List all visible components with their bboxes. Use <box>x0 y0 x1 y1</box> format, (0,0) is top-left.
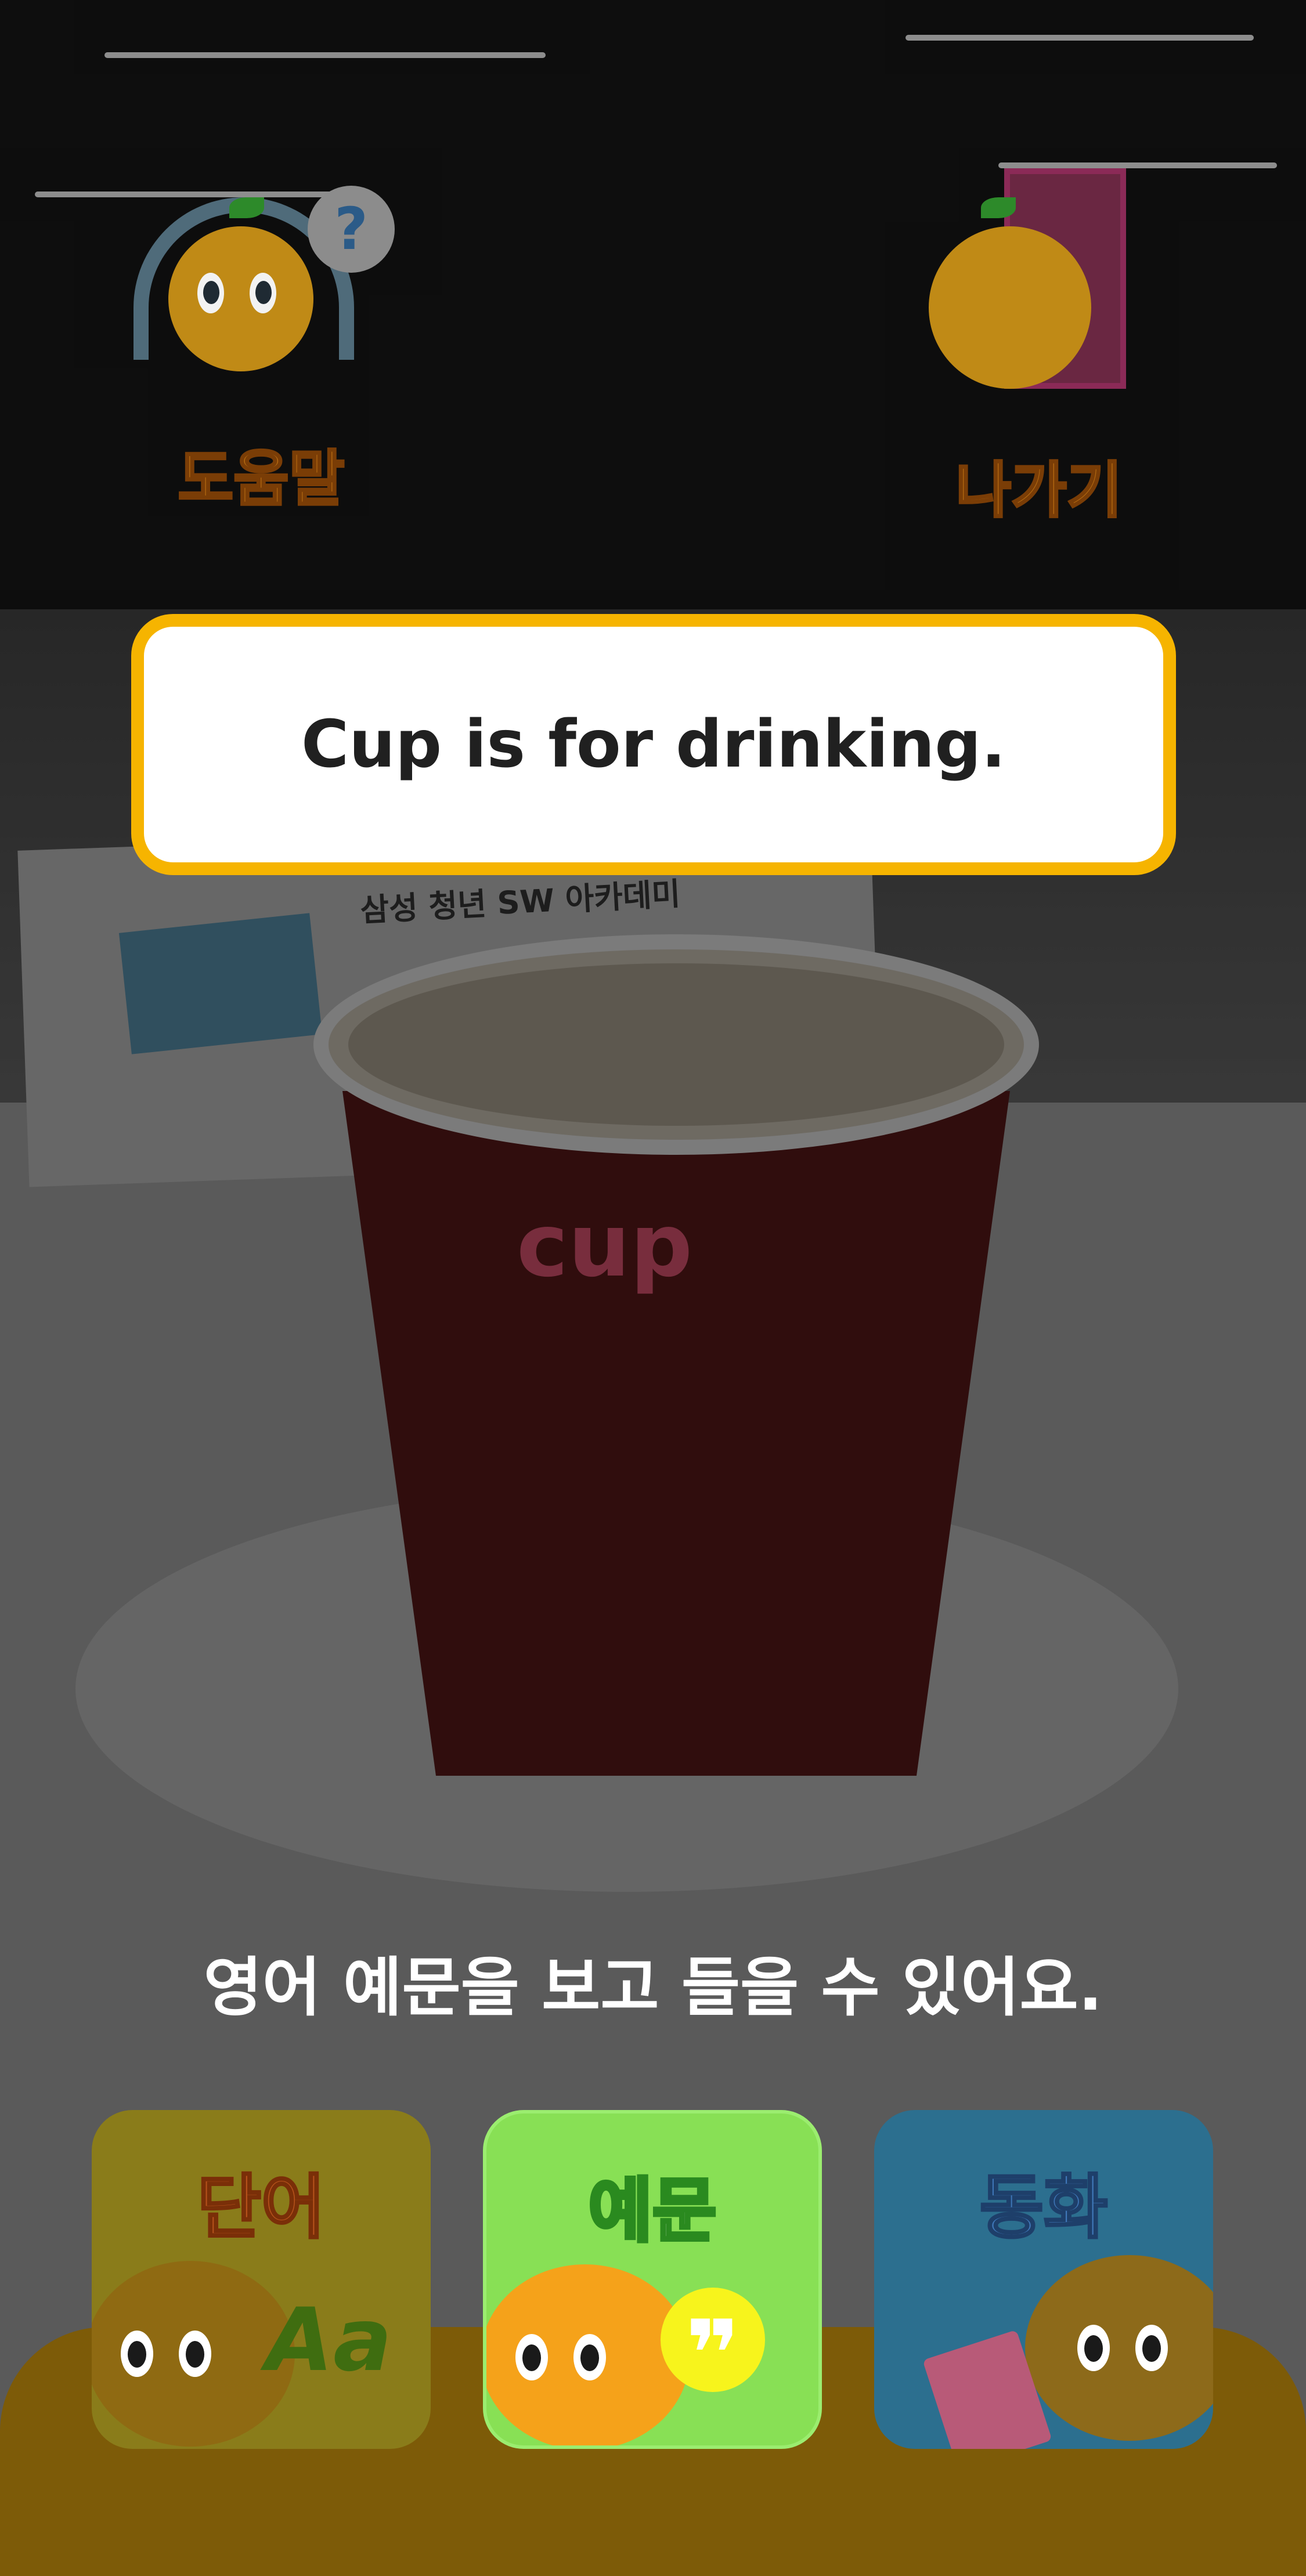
exit-label: 나가기 <box>954 454 1123 527</box>
story-mode-label: 동화 <box>979 2166 1109 2249</box>
quote-icon: ❞ <box>661 2288 765 2408</box>
mascot-eye <box>573 2334 606 2380</box>
leaf-icon <box>229 197 264 218</box>
letters-icon: Aa <box>266 2290 392 2391</box>
mascot-icon <box>486 2264 690 2445</box>
question-icon: ? <box>308 186 395 273</box>
mascot-eye <box>197 273 224 313</box>
story-mode-button[interactable]: 동화 <box>874 2110 1213 2449</box>
example-sentence-card[interactable]: Cup is for drinking. <box>131 614 1176 875</box>
example-sentence: Cup is for drinking. <box>301 707 1006 782</box>
mode-hint-text: 영어 예문을 보고 들을 수 있어요. <box>203 1950 1103 2025</box>
mascot-body <box>929 226 1091 389</box>
help-button[interactable]: ? 도움말 <box>128 174 395 515</box>
mascot-eye <box>1135 2325 1168 2371</box>
mascot-eye <box>179 2331 211 2377</box>
word-mode-button[interactable]: 단어 Aa <box>92 2110 431 2449</box>
word-mode-label: 단어 <box>196 2166 327 2249</box>
example-mode-button[interactable]: 예문 ❞ <box>483 2110 822 2449</box>
help-label: 도움말 <box>176 442 345 515</box>
example-mode-label: 예문 <box>587 2169 719 2253</box>
mascot-eye <box>515 2334 548 2380</box>
mascot-eye <box>250 273 276 313</box>
mascot-face <box>168 226 313 371</box>
mascot-eye <box>1077 2325 1110 2371</box>
exit-button[interactable]: 나가기 <box>905 162 1172 527</box>
mascot-eye <box>121 2331 153 2377</box>
leaf-icon <box>981 197 1016 218</box>
mascot-icon <box>1025 2255 1213 2441</box>
mascot-icon <box>92 2261 295 2447</box>
